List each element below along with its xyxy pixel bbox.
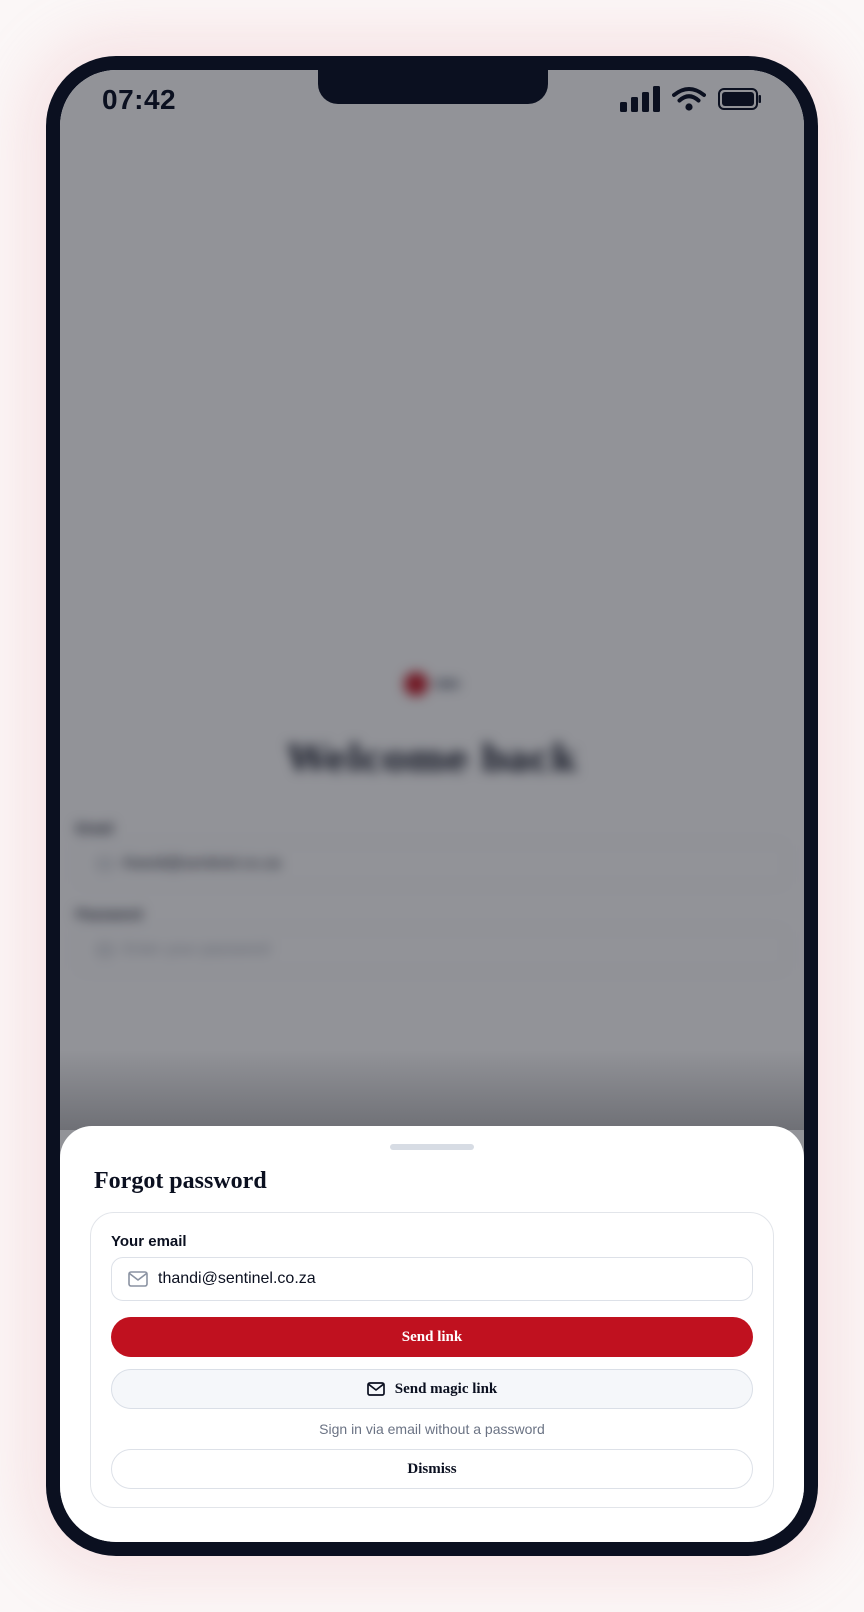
status-time: 07:42 [102,84,177,115]
phone-screen: Welcome back Email thandi@sentinel.co.za… [60,70,804,1542]
send-link-button[interactable]: Send link [111,1317,753,1357]
email-label: Your email [111,1233,187,1250]
status-icons [620,86,762,112]
battery-icon [718,88,761,110]
sheet-title: Forgot password [94,1168,267,1194]
send-magic-link-button[interactable]: Send magic link [111,1369,753,1409]
device-notch [318,70,548,104]
mail-icon [366,1382,385,1396]
dismiss-button[interactable]: Dismiss [111,1449,753,1489]
wifi-icon [672,87,706,111]
cellular-signal-icon [620,86,660,112]
send-magic-link-label: Send magic link [394,1380,498,1397]
reset-form-card: Your email Send link Send magic link [90,1212,774,1508]
forgot-password-sheet: Forgot password Your email Send link [60,1126,804,1542]
status-bar: 07:42 [60,70,804,130]
magic-link-helper-text: Sign in via email without a password [319,1421,545,1437]
sheet-drag-handle[interactable] [390,1144,474,1150]
email-input[interactable] [158,1270,718,1288]
email-field[interactable] [111,1257,753,1301]
scrim-shadow [60,1050,804,1130]
phone-frame: Welcome back Email thandi@sentinel.co.za… [46,56,818,1556]
mail-icon [128,1271,148,1287]
